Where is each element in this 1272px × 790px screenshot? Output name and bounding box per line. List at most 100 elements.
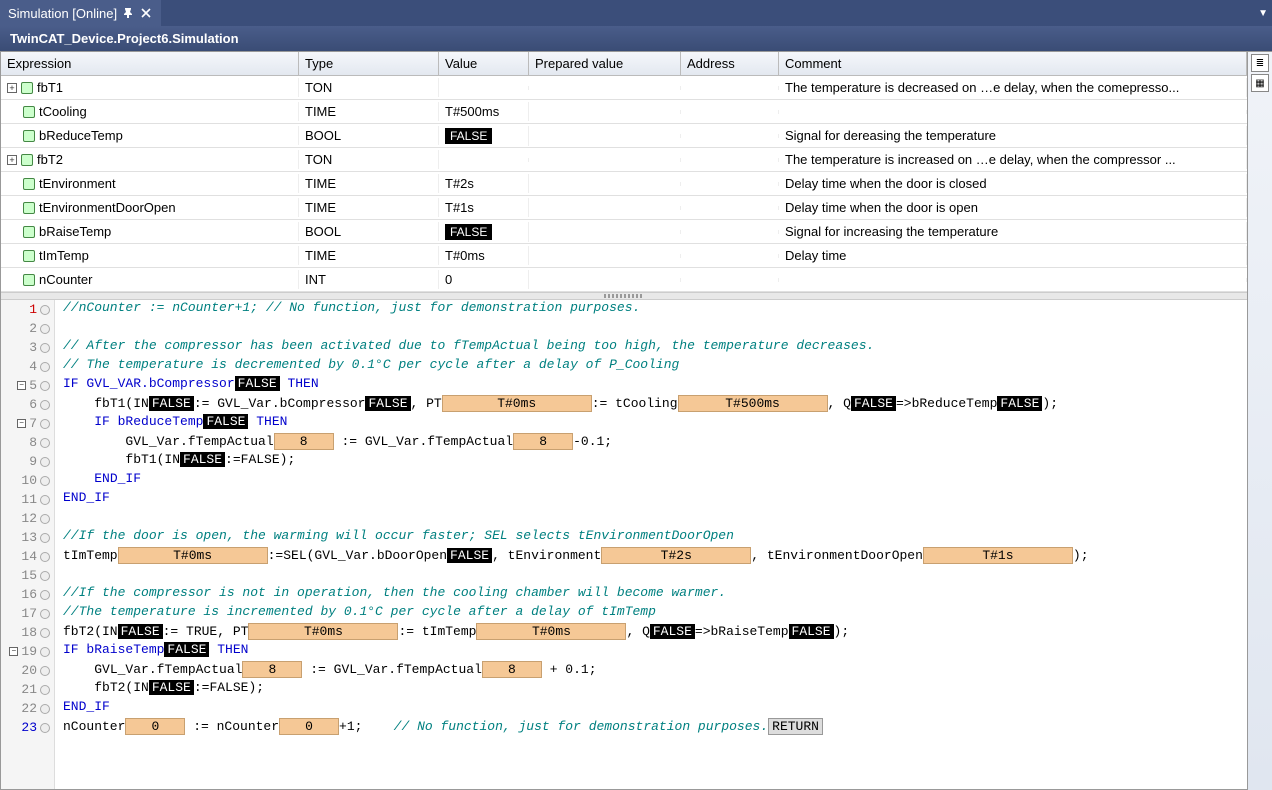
line-number: 8 bbox=[29, 435, 37, 450]
breakpoint-slot[interactable] bbox=[40, 438, 50, 448]
breakpoint-slot[interactable] bbox=[40, 685, 50, 695]
var-prepared[interactable] bbox=[529, 134, 681, 138]
table-row[interactable]: bRaiseTemp BOOLFALSE Signal for increasing… bbox=[1, 220, 1247, 244]
breakpoint-slot[interactable] bbox=[40, 324, 50, 334]
breakpoint-slot[interactable] bbox=[40, 305, 50, 315]
gutter-row: 16 bbox=[1, 585, 54, 604]
var-value[interactable]: T#2s bbox=[439, 174, 529, 193]
var-comment: Signal for increasing the temperature bbox=[779, 222, 1247, 241]
table-row[interactable]: +fbT2TONThe temperature is increased on … bbox=[1, 148, 1247, 172]
tab-simulation[interactable]: Simulation [Online] bbox=[0, 0, 161, 26]
code-editor[interactable]: 1234−56−789101112131415161718−1920212223… bbox=[1, 300, 1247, 789]
breakpoint-slot[interactable] bbox=[40, 628, 50, 638]
gutter-row: 14 bbox=[1, 547, 54, 566]
table-row[interactable]: +fbT1TONThe temperature is decreased on … bbox=[1, 76, 1247, 100]
var-value[interactable]: T#500ms bbox=[439, 102, 529, 121]
fold-icon[interactable]: − bbox=[9, 647, 18, 656]
var-prepared[interactable] bbox=[529, 206, 681, 210]
var-value[interactable]: 0 bbox=[439, 270, 529, 289]
breakpoint-slot[interactable] bbox=[40, 400, 50, 410]
breakpoint-slot[interactable] bbox=[40, 457, 50, 467]
variable-table: Expression Type Value Prepared value Add… bbox=[1, 52, 1247, 292]
breakpoint-slot[interactable] bbox=[40, 704, 50, 714]
splitter[interactable] bbox=[1, 292, 1247, 300]
variable-icon bbox=[23, 274, 35, 286]
var-type: BOOL bbox=[299, 126, 439, 145]
var-name: fbT2 bbox=[37, 152, 63, 167]
header-expression[interactable]: Expression bbox=[1, 52, 299, 75]
breakpoint-slot[interactable] bbox=[40, 609, 50, 619]
table-row[interactable]: tEnvironmentDoorOpenTIMET#1sDelay time w… bbox=[1, 196, 1247, 220]
close-icon[interactable] bbox=[139, 6, 153, 20]
var-value[interactable]: FALSE bbox=[439, 126, 529, 146]
gutter-row: 22 bbox=[1, 699, 54, 718]
var-value[interactable]: T#1s bbox=[439, 198, 529, 217]
breakpoint-slot[interactable] bbox=[40, 476, 50, 486]
var-prepared[interactable] bbox=[529, 86, 681, 90]
var-name: tEnvironmentDoorOpen bbox=[39, 200, 176, 215]
breakpoint-slot[interactable] bbox=[40, 590, 50, 600]
breakpoint-slot[interactable] bbox=[40, 571, 50, 581]
gutter-row: 8 bbox=[1, 433, 54, 452]
breakpoint-slot[interactable] bbox=[40, 362, 50, 372]
breakpoint-slot[interactable] bbox=[40, 514, 50, 524]
gutter-row: 9 bbox=[1, 452, 54, 471]
var-value[interactable] bbox=[439, 86, 529, 90]
line-number: 5 bbox=[29, 378, 37, 393]
breakpoint-slot[interactable] bbox=[40, 381, 50, 391]
gutter-row: 23 bbox=[1, 718, 54, 737]
breakpoint-slot[interactable] bbox=[40, 666, 50, 676]
var-prepared[interactable] bbox=[529, 254, 681, 258]
breakpoint-slot[interactable] bbox=[40, 723, 50, 733]
table-row[interactable]: tEnvironmentTIMET#2sDelay time when the … bbox=[1, 172, 1247, 196]
var-comment bbox=[779, 278, 1247, 282]
var-address bbox=[681, 158, 779, 162]
var-prepared[interactable] bbox=[529, 110, 681, 114]
var-prepared[interactable] bbox=[529, 182, 681, 186]
breakpoint-slot[interactable] bbox=[40, 552, 50, 562]
header-prepared[interactable]: Prepared value bbox=[529, 52, 681, 75]
expand-icon[interactable]: + bbox=[7, 83, 17, 93]
var-prepared[interactable] bbox=[529, 230, 681, 234]
var-value[interactable] bbox=[439, 158, 529, 162]
fold-icon[interactable]: − bbox=[17, 381, 26, 390]
var-prepared[interactable] bbox=[529, 278, 681, 282]
header-type[interactable]: Type bbox=[299, 52, 439, 75]
var-name: tImTemp bbox=[39, 248, 89, 263]
variable-icon bbox=[23, 250, 35, 262]
fold-icon[interactable]: − bbox=[17, 419, 26, 428]
line-number: 14 bbox=[21, 549, 37, 564]
expand-icon[interactable]: + bbox=[7, 155, 17, 165]
table-row[interactable]: nCounterINT0 bbox=[1, 268, 1247, 292]
table-row[interactable]: bReduceTempBOOLFALSESignal for dereasing… bbox=[1, 124, 1247, 148]
breakpoint-slot[interactable] bbox=[40, 343, 50, 353]
var-name: bRaiseTemp bbox=[39, 224, 111, 239]
breakpoint-slot[interactable] bbox=[40, 533, 50, 543]
var-address bbox=[681, 86, 779, 90]
table-row[interactable]: tImTempTIMET#0msDelay time bbox=[1, 244, 1247, 268]
var-prepared[interactable] bbox=[529, 158, 681, 162]
header-comment[interactable]: Comment bbox=[779, 52, 1247, 75]
line-number: 20 bbox=[21, 663, 37, 678]
toolbar-icon-1[interactable]: ≣ bbox=[1251, 54, 1269, 72]
var-type: INT bbox=[299, 270, 439, 289]
header-address[interactable]: Address bbox=[681, 52, 779, 75]
toolbar-icon-2[interactable]: ▦ bbox=[1251, 74, 1269, 92]
line-number: 3 bbox=[29, 340, 37, 355]
var-type: BOOL bbox=[299, 222, 439, 241]
var-comment: The temperature is decreased on …e delay… bbox=[779, 78, 1247, 97]
breakpoint-slot[interactable] bbox=[40, 647, 50, 657]
var-value[interactable]: FALSE bbox=[439, 222, 529, 242]
pin-icon[interactable] bbox=[123, 8, 133, 18]
breakpoint-slot[interactable] bbox=[40, 419, 50, 429]
header-value[interactable]: Value bbox=[439, 52, 529, 75]
breakpoint-slot[interactable] bbox=[40, 495, 50, 505]
var-address bbox=[681, 254, 779, 258]
document-title: TwinCAT_Device.Project6.Simulation bbox=[0, 26, 1272, 51]
var-value[interactable]: T#0ms bbox=[439, 246, 529, 265]
line-number: 10 bbox=[21, 473, 37, 488]
variable-icon bbox=[23, 226, 35, 238]
dropdown-arrow-icon[interactable]: ▼ bbox=[1258, 8, 1268, 19]
table-row[interactable]: tCoolingTIMET#500ms bbox=[1, 100, 1247, 124]
line-number: 21 bbox=[21, 682, 37, 697]
